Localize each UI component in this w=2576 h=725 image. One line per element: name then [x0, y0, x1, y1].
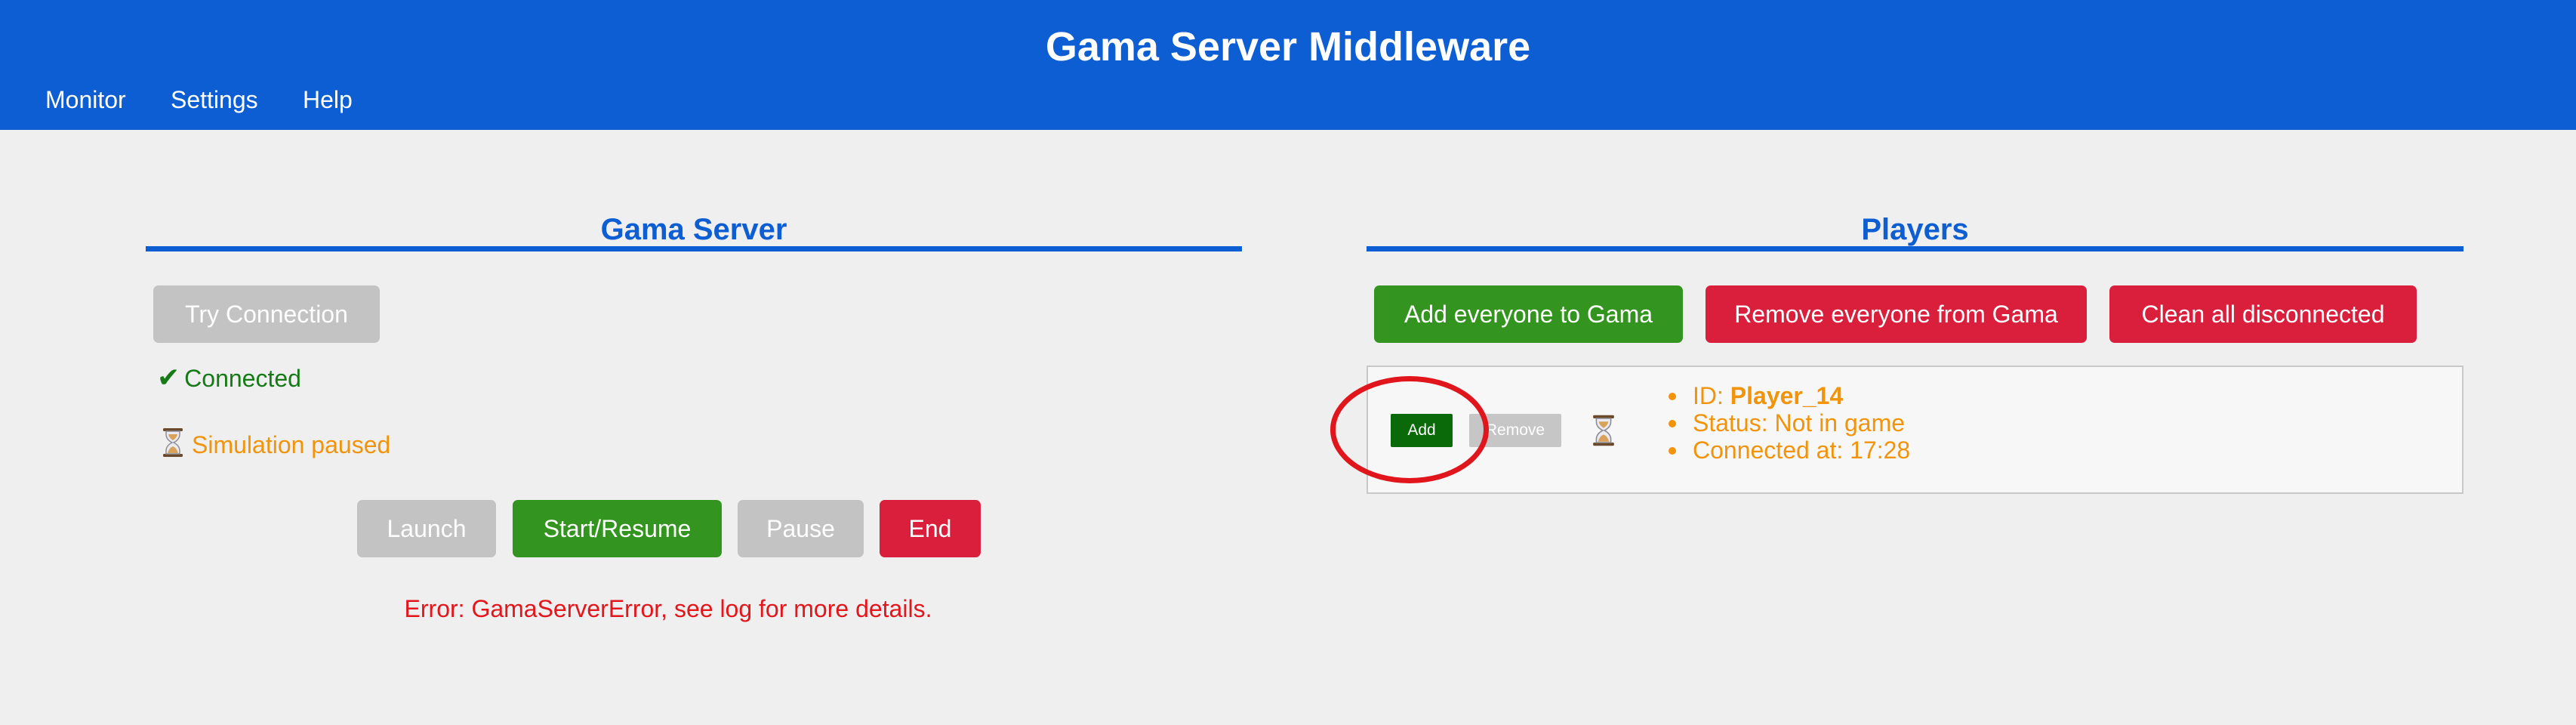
player-add-button[interactable]: Add	[1391, 414, 1453, 447]
player-id-value: Player_14	[1730, 382, 1844, 409]
hourglass-icon	[162, 427, 184, 466]
error-message: Error: GamaServerError, see log for more…	[404, 595, 932, 622]
nav-settings[interactable]: Settings	[171, 82, 258, 118]
check-icon: ✔	[157, 362, 180, 393]
simulation-status-text: Simulation paused	[192, 430, 391, 458]
nav-monitor[interactable]: Monitor	[45, 82, 126, 118]
hourglass-icon	[1592, 414, 1616, 451]
players-title: Players	[1861, 213, 1969, 246]
launch-button[interactable]: Launch	[357, 500, 496, 557]
player-remove-button[interactable]: Remove	[1469, 414, 1561, 447]
player-details: ID: Player_14 Status: Not in game Connec…	[1667, 382, 1910, 464]
start-resume-button[interactable]: Start/Resume	[513, 500, 722, 557]
player-card: Add Remove ID: Player_14 Status: Not in …	[1367, 366, 2464, 494]
app-title: Gama Server Middleware	[1045, 24, 1531, 69]
simulation-status: Simulation paused	[162, 427, 390, 466]
player-status: Status: Not in game	[1667, 409, 1910, 437]
end-button[interactable]: End	[880, 500, 981, 557]
header-bar: Gama Server Middleware Monitor Settings …	[0, 0, 2576, 130]
clean-disconnected-button[interactable]: Clean all disconnected	[2109, 285, 2417, 343]
add-everyone-button[interactable]: Add everyone to Gama	[1374, 285, 1683, 343]
gama-server-divider	[146, 246, 1242, 251]
pause-button[interactable]: Pause	[738, 500, 864, 557]
nav-help[interactable]: Help	[303, 82, 353, 118]
remove-everyone-button[interactable]: Remove everyone from Gama	[1706, 285, 2087, 343]
try-connection-button[interactable]: Try Connection	[153, 285, 380, 343]
connection-status-text: Connected	[184, 365, 301, 392]
players-divider	[1367, 246, 2464, 251]
gama-server-title: Gama Server	[600, 213, 787, 246]
player-connected-at: Connected at: 17:28	[1667, 437, 1910, 464]
player-id: ID: Player_14	[1667, 382, 1910, 409]
connection-status: ✔ Connected	[157, 361, 301, 395]
